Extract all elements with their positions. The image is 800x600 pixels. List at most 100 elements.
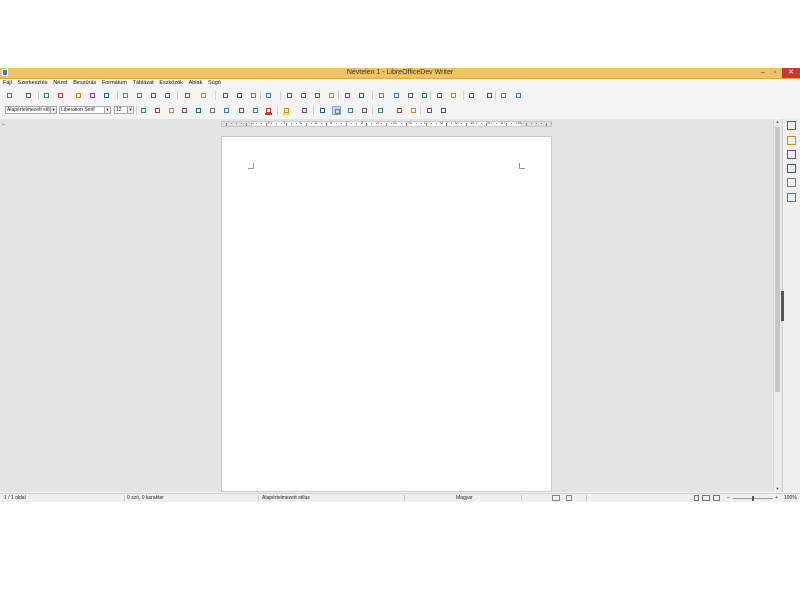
tab-stop-selector[interactable]: ⌙ [2,121,6,127]
outline-icon[interactable] [251,106,260,115]
word-count[interactable]: 0 szó, 0 karakter [127,494,164,502]
page-icon[interactable] [787,193,796,202]
bold-icon[interactable] [153,106,162,115]
zoom-in-button[interactable]: + [775,494,778,502]
gallery-icon[interactable] [787,164,796,173]
document-workspace[interactable]: ⌙ 1 2 3 4 5 6 7 8 9 10 11 12 13 14 15 16 17 18 [0,119,782,492]
styles-icon[interactable] [787,150,796,159]
italic-icon[interactable] [167,106,176,115]
menu-tools[interactable]: Eszközök [159,79,183,87]
menu-view[interactable]: Nézet [53,79,67,87]
insert-textbox-icon[interactable] [327,91,336,100]
vertical-scrollbar[interactable]: ▲ ▼ [773,119,781,492]
clear-formatting-icon[interactable] [139,106,148,115]
insert-table-icon[interactable] [285,91,294,100]
zoom-slider-knob[interactable] [752,496,754,501]
bookmark-icon[interactable] [435,91,444,100]
font-name-combo[interactable]: Liberation Serif ▼ [59,106,111,114]
justify-icon[interactable] [376,106,385,115]
properties-icon[interactable] [787,136,796,145]
chevron-down-icon[interactable]: ▼ [50,107,56,113]
shadow-icon[interactable] [237,106,246,115]
subscript-icon[interactable] [222,106,231,115]
footnote-icon[interactable] [406,91,415,100]
find-replace-icon[interactable] [235,91,244,100]
comment-icon[interactable] [467,91,476,100]
spellcheck-icon[interactable] [249,91,258,100]
edit-mode-icon[interactable] [74,91,83,100]
chevron-down-icon[interactable]: ▼ [104,107,110,113]
undo-icon[interactable] [199,91,208,100]
text-language[interactable]: Magyar [456,494,473,502]
formatting-marks-icon[interactable] [264,91,273,100]
print-preview-icon[interactable] [121,91,130,100]
indent-increase-icon[interactable] [439,106,448,115]
scroll-thumb[interactable] [775,127,780,392]
export-pdf-icon[interactable] [88,91,97,100]
insert-image-icon[interactable] [299,91,308,100]
insert-page-break-icon[interactable] [343,91,352,100]
align-left-icon[interactable] [332,106,341,115]
underline-icon[interactable] [180,106,189,115]
strikethrough-icon[interactable] [194,106,203,115]
special-character-icon[interactable] [377,91,386,100]
paragraph-spacing-up-icon[interactable] [409,106,418,115]
open-icon[interactable] [24,91,33,100]
track-changes-icon[interactable] [485,91,494,100]
new-document-icon[interactable] [5,91,14,100]
menu-edit[interactable]: Szerkesztés [18,79,48,87]
horizontal-ruler[interactable]: 1 2 3 4 5 6 7 8 9 10 11 12 13 14 15 16 17 18 [221,121,552,127]
book-view-icon[interactable] [713,495,720,501]
redo-icon[interactable] [221,91,230,100]
scroll-up-button[interactable]: ▲ [774,119,781,125]
print-icon[interactable] [102,91,111,100]
basic-shapes-icon[interactable] [514,91,523,100]
zoom-percentage[interactable]: 100% [784,494,797,502]
cross-reference-icon[interactable] [449,91,458,100]
align-center-icon[interactable] [346,106,355,115]
line-spacing-icon[interactable] [395,106,404,115]
copy-icon[interactable] [149,91,158,100]
paragraph-spacing-down-icon[interactable] [425,106,434,115]
sidebar-grip[interactable] [781,291,784,321]
document-page[interactable] [221,136,552,492]
menu-insert[interactable]: Beszúrás [73,79,96,87]
endnote-icon[interactable] [420,91,429,100]
minimize-button[interactable]: – [757,68,769,78]
hyperlink-icon[interactable] [392,91,401,100]
menu-table[interactable]: Táblázat [133,79,154,87]
page-style[interactable]: Alapértelmezett stílus [262,494,310,502]
zoom-out-button[interactable]: – [727,494,730,502]
clone-formatting-icon[interactable] [183,91,192,100]
font-color-icon[interactable] [264,106,273,115]
maximize-button[interactable]: ▫ [769,68,781,78]
insert-mode-icon[interactable] [552,495,560,501]
close-button[interactable]: ✕ [782,68,800,78]
superscript-icon[interactable] [208,106,217,115]
menu-help[interactable]: Súgó [208,79,221,87]
line-icon[interactable] [499,91,508,100]
multi-page-view-icon[interactable] [702,495,710,501]
insert-chart-icon[interactable] [313,91,322,100]
numbering-icon[interactable] [318,106,327,115]
menu-format[interactable]: Formátum [102,79,127,87]
paragraph-style-combo[interactable]: Alapértelmezett stílus ▼ [5,106,57,114]
page-count[interactable]: 1 / 1 oldal [4,494,26,502]
menu-window[interactable]: Ablak [189,79,203,87]
scroll-down-button[interactable]: ▼ [774,486,781,492]
highlight-icon[interactable] [282,106,291,115]
align-right-icon[interactable] [360,106,369,115]
menu-file[interactable]: Fájl [3,79,12,87]
paste-icon[interactable] [163,91,172,100]
cut-icon[interactable] [135,91,144,100]
font-size-combo[interactable]: 12 ▼ [114,106,134,114]
chevron-down-icon[interactable]: ▼ [127,107,133,113]
document-modified-icon[interactable] [566,495,572,501]
email-icon[interactable] [56,91,65,100]
insert-field-icon[interactable] [357,91,366,100]
sidebar-settings-icon[interactable] [787,121,796,130]
single-page-view-icon[interactable] [694,495,699,501]
bullets-icon[interactable] [300,106,309,115]
navigator-icon[interactable] [787,178,796,187]
save-icon[interactable] [42,91,51,100]
